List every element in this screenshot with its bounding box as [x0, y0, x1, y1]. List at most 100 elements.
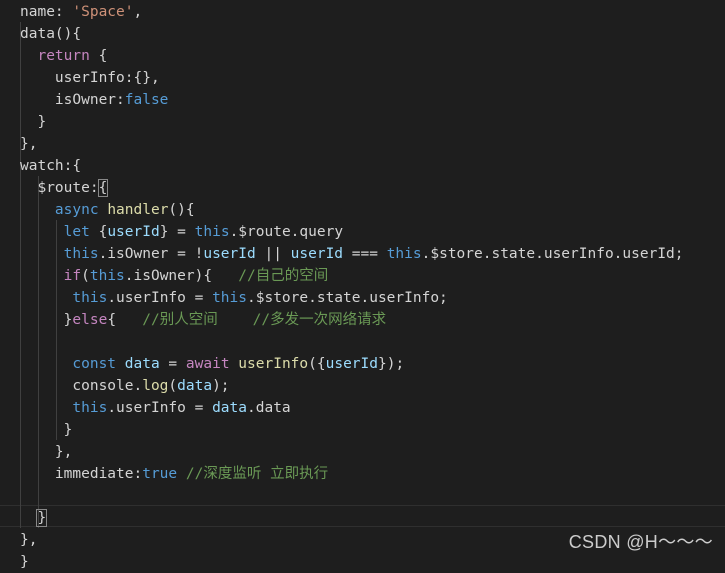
code-token: this — [212, 290, 247, 306]
code-token: }, — [20, 444, 73, 460]
code-line: const data = await userInfo({userId}); — [20, 353, 684, 375]
code-token: true — [142, 466, 178, 482]
code-text[interactable]: name: 'Space', data(){ return { userInfo:… — [20, 1, 684, 573]
code-token: else — [72, 312, 108, 328]
code-token: { — [89, 48, 108, 64]
code-token: userId — [325, 356, 378, 372]
code-line: } — [20, 419, 684, 441]
code-token: } — [20, 114, 47, 130]
code-token: this — [194, 224, 230, 240]
code-line: this.userInfo = data.data — [20, 397, 684, 419]
code-line: }else{ //别人空间 //多发一次网络请求 — [20, 309, 684, 331]
code-token: .$store.state.userInfo; — [247, 290, 448, 306]
code-token: data — [212, 400, 247, 416]
code-line: this.userInfo = this.$store.state.userIn… — [20, 287, 684, 309]
code-token: //自己的空间 — [238, 268, 329, 284]
code-line: if(this.isOwner){ //自己的空间 — [20, 265, 684, 287]
code-token: { — [107, 312, 143, 328]
code-token: //别人空间 //多发一次网络请求 — [142, 312, 387, 328]
code-token: } — [20, 312, 73, 328]
code-editor[interactable]: name: 'Space', data(){ return { userInfo:… — [0, 0, 725, 570]
code-token: (){ — [168, 202, 195, 218]
code-token: await — [185, 356, 230, 372]
code-line: } — [20, 111, 684, 133]
code-token: } — [20, 422, 73, 438]
code-token: this — [63, 246, 99, 262]
code-token: userId — [290, 246, 344, 262]
code-token: userInfo:{}, — [20, 70, 160, 86]
code-token: //深度监听 立即执行 — [185, 466, 329, 482]
code-line: this.isOwner = !userId || userId === thi… — [20, 243, 684, 265]
code-token: .$route.query — [229, 224, 344, 240]
code-token: $route: — [20, 180, 99, 196]
code-token: = — [159, 356, 186, 372]
code-token: ( — [168, 378, 178, 394]
code-token: userId — [107, 224, 160, 240]
code-token: handler — [107, 202, 169, 218]
code-line: async handler(){ — [20, 199, 684, 221]
code-token: userId — [203, 246, 256, 262]
code-line: let {userId} = this.$route.query — [20, 221, 684, 243]
code-token: this — [72, 400, 108, 416]
code-token: data — [177, 378, 213, 394]
code-token: immediate: — [20, 466, 143, 482]
code-token: false — [124, 92, 169, 108]
code-token: }); — [378, 356, 405, 372]
code-token: console. — [20, 378, 143, 394]
code-token: isOwner: — [20, 92, 125, 108]
code-line: immediate:true //深度监听 立即执行 — [20, 463, 684, 485]
code-token: }, — [20, 532, 38, 548]
code-token: if — [63, 268, 82, 284]
code-token: let — [63, 224, 90, 240]
watermark: CSDN @H～～～ — [568, 532, 713, 552]
code-token: .userInfo = — [107, 400, 213, 416]
code-line: }, — [20, 133, 684, 155]
code-token: 'Space' — [72, 4, 134, 20]
code-token: this — [89, 268, 125, 284]
code-token: || — [255, 246, 291, 262]
code-token: ({ — [308, 356, 326, 372]
code-token: return — [37, 48, 90, 64]
code-token: .isOwner = ! — [98, 246, 204, 262]
code-token: async — [54, 202, 99, 218]
code-token: } — [36, 509, 48, 527]
code-line: name: 'Space', — [20, 1, 684, 23]
code-token: this — [72, 290, 108, 306]
code-line: $route:{ — [20, 177, 684, 199]
code-line: watch:{ — [20, 155, 684, 177]
code-line: isOwner:false — [20, 89, 684, 111]
code-token: } — [20, 554, 29, 570]
code-token: { — [89, 224, 108, 240]
code-line: return { — [20, 45, 684, 67]
code-line: console.log(data); — [20, 375, 684, 397]
code-token: data(){ — [20, 26, 82, 42]
code-token: this — [386, 246, 422, 262]
code-token: .userInfo = — [107, 290, 213, 306]
code-token: ); — [212, 378, 230, 394]
code-token: data — [124, 356, 160, 372]
code-line: }, — [20, 441, 684, 463]
code-token: .isOwner){ — [124, 268, 239, 284]
code-token: const — [72, 356, 117, 372]
code-line: } — [20, 551, 684, 573]
code-token: } = — [159, 224, 195, 240]
code-line: data(){ — [20, 23, 684, 45]
code-token: watch:{ — [20, 158, 82, 174]
code-token: .data — [247, 400, 291, 416]
code-token: .$store.state.userInfo.userId; — [421, 246, 684, 262]
code-token: userInfo — [238, 356, 309, 372]
code-token: ( — [81, 268, 90, 284]
